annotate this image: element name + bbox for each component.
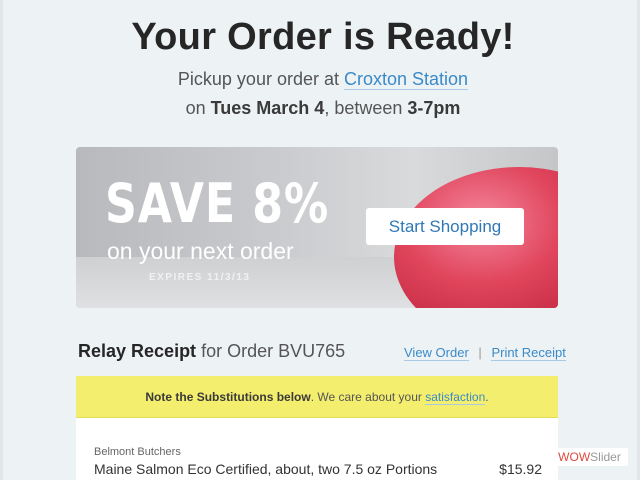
- pickup-time-line: on Tues March 4, between 3-7pm: [3, 98, 640, 119]
- pickup-date: Tues March 4: [210, 98, 325, 118]
- receipt-links: View Order | Print Receipt: [404, 345, 566, 361]
- item-name: Maine Salmon Eco Certified, about, two 7…: [94, 461, 438, 477]
- pickup-location-link[interactable]: Croxton Station: [344, 69, 469, 90]
- pickup-prefix: Pickup your order at: [177, 69, 339, 89]
- receipt-title-bold: Relay Receipt: [78, 341, 197, 361]
- date-between: , between: [324, 98, 403, 118]
- promo-subline: on your next order: [107, 238, 294, 264]
- substitutions-note: Note the Substitutions below. We care ab…: [76, 376, 558, 418]
- note-bold: Note the Substitutions below: [145, 390, 311, 404]
- email-page: Your Order is Ready! Pickup your order a…: [0, 0, 640, 480]
- receipt-title: Relay Receipt for Order BVU765: [78, 341, 345, 362]
- watermark-slider: Slider: [590, 450, 621, 464]
- satisfaction-link[interactable]: satisfaction: [425, 390, 486, 405]
- item-price: $15.92: [499, 461, 542, 477]
- promo-expires: EXPIRES 11/3/13: [149, 272, 251, 283]
- receipt-order-number: for Order BVU765: [196, 341, 346, 361]
- wowslider-watermark: WOWSlider: [551, 448, 628, 466]
- view-order-link[interactable]: View Order: [404, 345, 469, 361]
- promo-headline: SAVE 8%: [105, 172, 330, 235]
- receipt-items: Belmont Butchers Maine Salmon Eco Certif…: [76, 418, 558, 480]
- page-title: Your Order is Ready!: [131, 16, 515, 58]
- pickup-time: 3-7pm: [407, 98, 461, 118]
- item-vendor: Belmont Butchers: [94, 446, 181, 458]
- note-text: . We care about your: [310, 390, 426, 404]
- pickup-line: Pickup your order at Croxton Station: [3, 69, 640, 90]
- note-end: .: [485, 390, 489, 404]
- watermark-wow: WOW: [558, 450, 591, 464]
- date-prefix: on: [185, 98, 206, 118]
- print-receipt-link[interactable]: Print Receipt: [491, 345, 566, 361]
- start-shopping-button[interactable]: Start Shopping: [366, 208, 524, 245]
- link-separator: |: [478, 345, 482, 360]
